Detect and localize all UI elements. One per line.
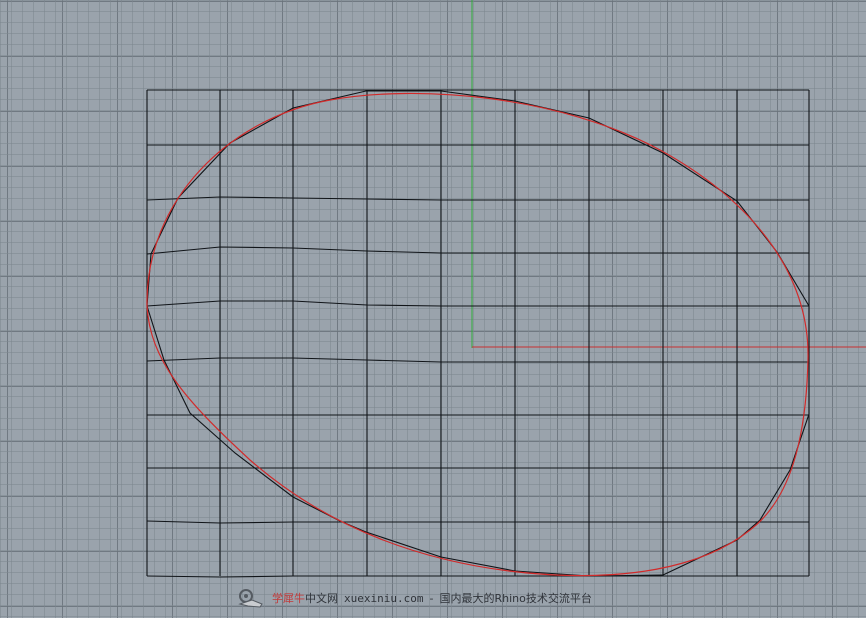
rhino-viewport[interactable]: 学犀牛 中文网 xuexiniu.com - 国内最大的Rhino技术交流平台 (0, 0, 866, 618)
watermark-separator: - (429, 591, 434, 605)
surface-wireframe (146, 89, 810, 578)
watermark: 学犀牛 中文网 xuexiniu.com - 国内最大的Rhino技术交流平台 (236, 586, 592, 610)
red-curve[interactable] (146, 92, 809, 577)
watermark-tagline: 国内最大的Rhino技术交流平台 (439, 592, 592, 605)
watermark-brand-red: 学犀牛 (272, 592, 305, 605)
watermark-url: xuexiniu.com (344, 591, 424, 605)
watermark-brand-black: 中文网 (305, 592, 338, 605)
viewport-scene[interactable] (0, 0, 866, 618)
gear-hand-icon (236, 586, 266, 610)
